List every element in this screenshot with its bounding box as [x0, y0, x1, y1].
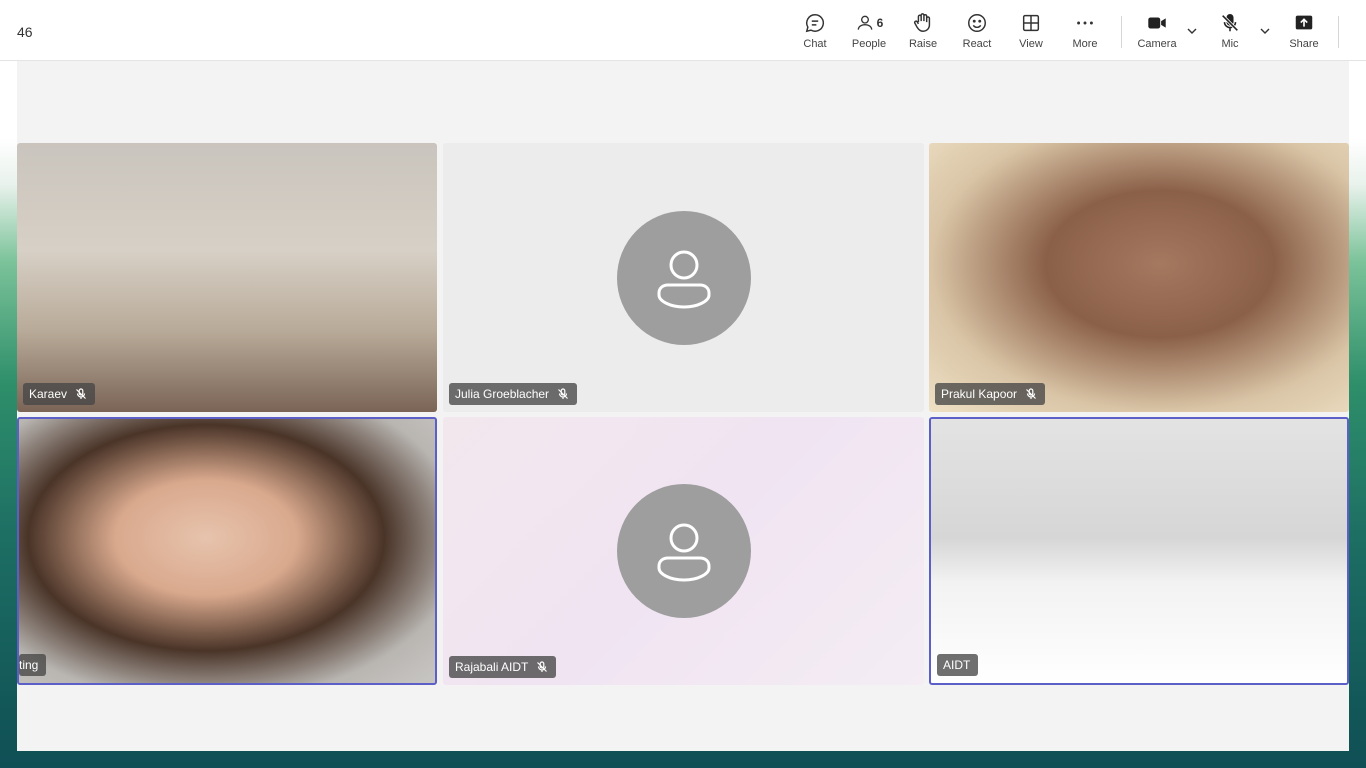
participant-name-tag: Karaev — [23, 383, 96, 405]
mic-off-icon — [1221, 13, 1239, 32]
mic-muted-icon — [1026, 388, 1036, 399]
video-tile-julia-groeblacher[interactable]: Julia Groeblacher — [443, 143, 924, 412]
toolbar-divider-end — [1338, 16, 1339, 48]
chat-icon — [805, 14, 825, 33]
avatar — [616, 484, 751, 618]
participant-name-tag: Prakul Kapoor — [935, 383, 1046, 405]
smiley-icon — [968, 14, 986, 32]
camera-options-chevron-down-icon[interactable] — [1185, 24, 1199, 38]
view-button[interactable]: View — [1005, 12, 1057, 56]
meeting-toolbar: 46 Chat 6 People Raise React View More C… — [0, 0, 1366, 61]
raise-hand-button[interactable]: Raise — [897, 12, 949, 56]
video-tile-prakul-kapoor[interactable]: Prakul Kapoor — [929, 143, 1349, 412]
mic-muted-icon — [558, 388, 568, 399]
camera-icon — [1148, 17, 1166, 29]
mic-button[interactable]: Mic — [1204, 12, 1256, 56]
more-icon — [1077, 21, 1093, 25]
people-button[interactable]: 6 People — [843, 12, 895, 56]
avatar — [616, 210, 751, 345]
share-button[interactable]: Share — [1278, 12, 1330, 56]
video-tile-karaev[interactable]: Karaev — [17, 143, 437, 412]
people-count: 6 — [876, 16, 884, 30]
chat-button[interactable]: Chat — [789, 12, 841, 56]
video-tile-rajabali-aidt[interactable]: Rajabali AIDT — [443, 417, 924, 685]
people-icon — [857, 15, 872, 30]
share-icon — [1295, 15, 1313, 30]
person-placeholder-icon — [657, 250, 710, 309]
video-tile-aidt[interactable]: AIDT — [929, 417, 1349, 685]
toolbar-divider — [1121, 16, 1122, 48]
more-button[interactable]: More — [1059, 12, 1111, 56]
react-button[interactable]: React — [951, 12, 1003, 56]
raise-hand-icon — [914, 13, 931, 32]
video-tile-ting[interactable]: ting — [17, 417, 437, 685]
camera-button[interactable]: Camera — [1131, 12, 1183, 56]
participant-name-tag: ting — [19, 654, 47, 676]
mic-muted-icon — [76, 388, 86, 399]
person-placeholder-icon — [657, 523, 710, 582]
participant-name-tag: Julia Groeblacher — [449, 383, 578, 405]
participant-name-tag: AIDT — [937, 654, 979, 676]
mic-muted-icon — [537, 661, 548, 672]
mic-options-chevron-down-icon[interactable] — [1258, 24, 1272, 38]
participant-name-tag: Rajabali AIDT — [449, 656, 557, 678]
grid-view-icon — [1022, 14, 1040, 32]
meeting-timer: 46 — [17, 24, 33, 40]
